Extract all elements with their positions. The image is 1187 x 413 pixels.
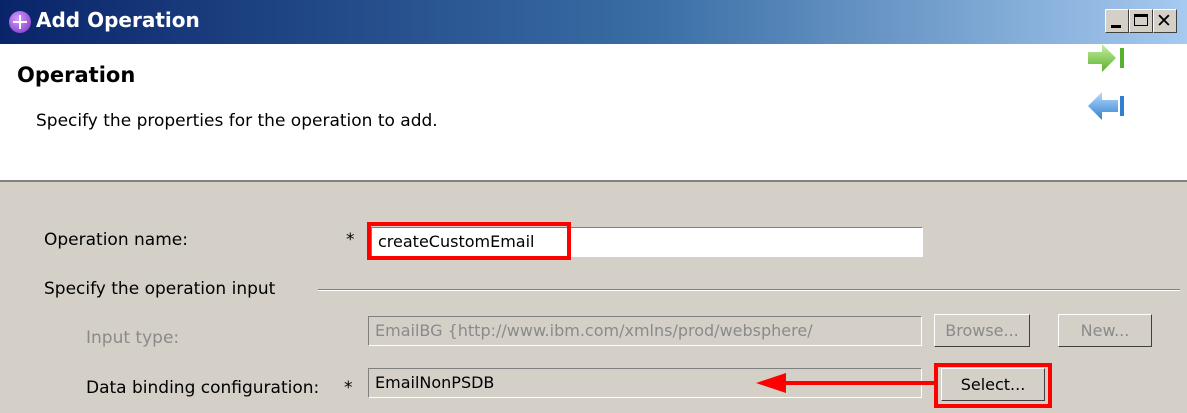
page-description: Specify the properties for the operation…: [36, 111, 438, 131]
input-type-field[interactable]: EmailBG {http://www.ibm.com/xmlns/prod/w…: [368, 316, 922, 346]
data-binding-label: Data binding configuration:: [86, 378, 320, 398]
minimize-icon: [1111, 25, 1121, 28]
wizard-header: Operation Specify the properties for the…: [0, 44, 1187, 182]
back-arrow-icon: [1088, 92, 1124, 120]
app-icon: [9, 11, 31, 33]
title-bar[interactable]: Add Operation ✕: [0, 0, 1187, 44]
window-title: Add Operation: [36, 8, 200, 32]
section-separator: [318, 289, 1180, 291]
new-button[interactable]: New...: [1058, 314, 1152, 347]
operation-name-label: Operation name:: [44, 230, 188, 250]
close-button[interactable]: ✕: [1153, 9, 1177, 33]
red-arrow-annotation-icon: [756, 373, 938, 393]
maximize-button[interactable]: [1129, 9, 1153, 33]
close-icon: ✕: [1156, 10, 1172, 32]
highlight-box-select-button: [934, 363, 1052, 408]
next-arrow-icon: [1088, 44, 1124, 72]
highlight-box-operation-name: [367, 222, 571, 260]
browse-button[interactable]: Browse...: [934, 314, 1030, 347]
operation-input-section-label: Specify the operation input: [44, 279, 276, 299]
data-binding-required-mark: *: [344, 378, 353, 398]
input-type-label: Input type:: [86, 328, 180, 348]
maximize-icon: [1134, 14, 1148, 26]
operation-name-required-mark: *: [346, 230, 355, 250]
page-title: Operation: [17, 63, 136, 87]
minimize-button[interactable]: [1105, 9, 1129, 33]
